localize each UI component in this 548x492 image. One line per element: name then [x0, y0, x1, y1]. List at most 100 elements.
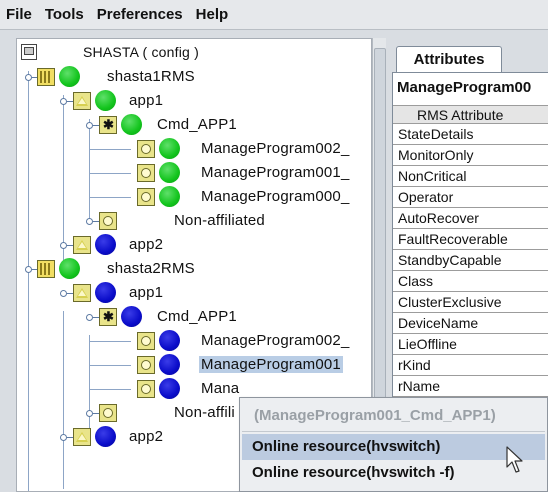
expand-toggle-icon[interactable] [85, 313, 99, 322]
tree-node-root[interactable]: SHASTA ( config ) [17, 41, 371, 65]
offline-state-icon [95, 426, 116, 447]
menu-help[interactable]: Help [196, 6, 229, 23]
table-row[interactable]: AutoRecover [393, 208, 548, 229]
table-row[interactable]: DeviceName [393, 313, 548, 334]
tree-node-label: ManageProgram000_ [201, 188, 350, 205]
attributes-table: RMS Attribute StateDetails MonitorOnly N… [393, 105, 548, 397]
offline-state-icon [95, 234, 116, 255]
offline-state-icon [121, 306, 142, 327]
resource-icon [137, 188, 155, 206]
tree-node-cmd[interactable]: ✱ Cmd_APP1 [17, 113, 371, 137]
tree-node-label: Mana [201, 380, 240, 397]
tree-node-resource[interactable]: ManageProgram001_ [17, 161, 371, 185]
menu-separator [242, 431, 545, 432]
table-row[interactable]: Operator [393, 187, 548, 208]
resource-icon [99, 404, 117, 422]
tree-connector [89, 389, 131, 390]
menu-tools[interactable]: Tools [45, 6, 84, 23]
tree-node-resource-selected[interactable]: ManageProgram001 [17, 353, 371, 377]
context-menu: (ManageProgram001_Cmd_APP1) Online resou… [239, 397, 548, 492]
tree-node-resource[interactable]: ManageProgram000_ [17, 185, 371, 209]
expand-toggle-icon[interactable] [24, 73, 38, 82]
tree-node-app[interactable]: app1 [17, 89, 371, 113]
table-row[interactable]: ClusterExclusive [393, 292, 548, 313]
cluster-icon [21, 44, 37, 60]
resource-icon [137, 140, 155, 158]
menu-file[interactable]: File [6, 6, 32, 23]
application-icon [73, 92, 91, 110]
command-icon: ✱ [99, 116, 117, 134]
online-state-icon [95, 90, 116, 111]
expand-toggle-icon[interactable] [85, 217, 99, 226]
menu-preferences[interactable]: Preferences [97, 6, 183, 23]
expand-toggle-icon[interactable] [59, 289, 73, 298]
tree-node-resource[interactable]: ManageProgram002_ [17, 329, 371, 353]
expand-toggle-icon[interactable] [24, 265, 38, 274]
expand-toggle-icon[interactable] [85, 409, 99, 418]
application-icon [73, 284, 91, 302]
tree-node-label: ManageProgram002_ [201, 140, 350, 157]
tree-connector [89, 365, 131, 366]
mouse-cursor-icon [506, 446, 523, 473]
tree-node-label: ManageProgram002_ [201, 332, 350, 349]
tree-node-label: ManageProgram001 [199, 356, 343, 373]
tree-node-label: Cmd_APP1 [157, 116, 237, 133]
online-state-icon [121, 114, 142, 135]
table-row[interactable]: Class [393, 271, 548, 292]
tree-node-label: app1 [129, 92, 164, 109]
tree-node-app[interactable]: app2 [17, 233, 371, 257]
tree-node-label: Non-affiliated [174, 212, 265, 229]
tree-node-group[interactable]: Non-affiliated [17, 209, 371, 233]
table-row[interactable]: MonitorOnly [393, 145, 548, 166]
resource-icon [137, 356, 155, 374]
tree-node-label: app2 [129, 236, 164, 253]
tree-node-label: app2 [129, 428, 164, 445]
tree-node-label: app1 [129, 284, 164, 301]
tree-node-label: ManageProgram001_ [201, 164, 350, 181]
tree-node-label: SHASTA ( config ) [83, 44, 199, 60]
online-state-icon [59, 66, 80, 87]
tree-node-label: shasta1RMS [107, 68, 195, 85]
resource-icon [99, 212, 117, 230]
expand-toggle-icon[interactable] [59, 433, 73, 442]
tree-node-label: Cmd_APP1 [157, 308, 237, 325]
table-row[interactable]: FaultRecoverable [393, 229, 548, 250]
tree-connector [89, 149, 131, 150]
table-row[interactable]: rName [393, 376, 548, 397]
tree-node-label: Non-affili [174, 404, 235, 421]
tree-node-host[interactable]: shasta2RMS [17, 257, 371, 281]
tree-node-label: shasta2RMS [107, 260, 195, 277]
offline-state-icon [159, 378, 180, 399]
resource-icon [137, 380, 155, 398]
table-row[interactable]: NonCritical [393, 166, 548, 187]
online-state-icon [159, 162, 180, 183]
tree-connector [89, 341, 131, 342]
online-state-icon [59, 258, 80, 279]
application-icon [73, 428, 91, 446]
offline-state-icon [159, 354, 180, 375]
expand-toggle-icon[interactable] [59, 241, 73, 250]
menu-item-online-resource[interactable]: Online resource(hvswitch) [242, 434, 545, 460]
tab-attributes[interactable]: Attributes [396, 46, 502, 72]
online-state-icon [159, 138, 180, 159]
table-row[interactable]: rKind [393, 355, 548, 376]
table-row[interactable]: StandbyCapable [393, 250, 548, 271]
tree-node-resource[interactable]: ManageProgram002_ [17, 137, 371, 161]
resource-icon [137, 332, 155, 350]
tree-connector [89, 173, 131, 174]
expand-toggle-icon[interactable] [85, 121, 99, 130]
resource-icon [137, 164, 155, 182]
tree-node-cmd[interactable]: ✱ Cmd_APP1 [17, 305, 371, 329]
online-state-icon [159, 186, 180, 207]
offline-state-icon [159, 330, 180, 351]
application-icon [73, 236, 91, 254]
offline-state-icon [95, 282, 116, 303]
tree-node-app[interactable]: app1 [17, 281, 371, 305]
table-row[interactable]: LieOffline [393, 334, 548, 355]
expand-toggle-icon[interactable] [59, 97, 73, 106]
tree-node-host[interactable]: shasta1RMS [17, 65, 371, 89]
menu-item-online-resource-force[interactable]: Online resource(hvswitch -f) [242, 460, 545, 486]
menu-bar: File Tools Preferences Help [0, 0, 548, 30]
table-row[interactable]: StateDetails [393, 124, 548, 145]
column-header-rms-attribute[interactable]: RMS Attribute [393, 105, 548, 124]
